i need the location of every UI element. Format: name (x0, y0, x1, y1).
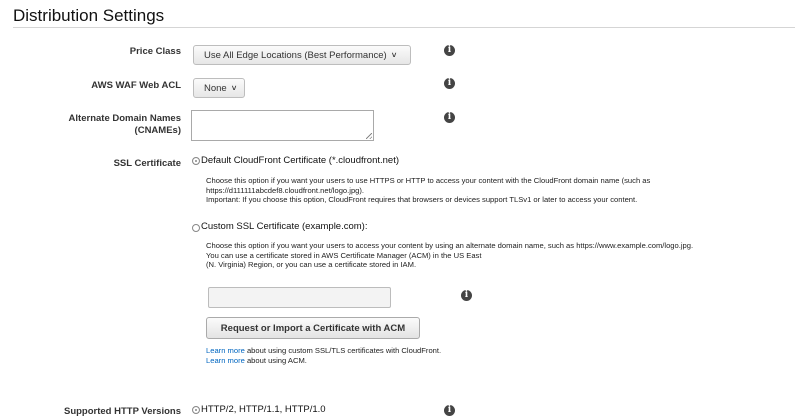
page-title: Distribution Settings (13, 6, 165, 25)
info-icon[interactable]: i (444, 405, 455, 416)
info-icon[interactable]: i (444, 45, 455, 56)
desc-line: (N. Virginia) Region, or you can use a c… (206, 260, 417, 270)
learn-more-ssl-text: about using custom SSL/TLS certificates … (244, 346, 442, 355)
desc-line: Choose this option if you want your user… (206, 176, 651, 185)
ssl-certificate-label: SSL Certificate (113, 158, 181, 169)
http-versions-label: Supported HTTP Versions (63, 406, 181, 417)
learn-more-acm-link[interactable]: Learn more (206, 356, 245, 365)
info-icon[interactable]: i (444, 78, 455, 89)
info-icon[interactable]: i (461, 290, 472, 301)
custom-certificate-description: Choose this option if you want your user… (206, 241, 791, 270)
title-divider (13, 27, 795, 28)
price-class-select[interactable]: Use All Edge Locations (Best Performance… (193, 45, 411, 65)
desc-line: https://d111111abcdef8.cloudfront.net/lo… (206, 185, 365, 195)
cnames-textarea[interactable] (191, 110, 374, 141)
desc-line: Choose this option if you want your user… (206, 241, 694, 250)
cnames-label-line2: (CNAMEs) (134, 125, 181, 136)
cnames-label: Alternate Domain Names (CNAMEs) (11, 113, 181, 137)
waf-label: AWS WAF Web ACL (91, 80, 181, 91)
desc-line: You can use a certificate stored in AWS … (206, 250, 482, 260)
desc-line: Important: If you choose this option, Cl… (206, 195, 638, 205)
learn-more-notes: Learn more about using custom SSL/TLS ce… (206, 346, 706, 365)
learn-more-acm-text: about using ACM. (244, 355, 307, 365)
price-class-value: Use All Edge Locations (Best Performance… (204, 49, 387, 61)
learn-more-ssl-row: Learn more about using custom SSL/TLS ce… (206, 346, 706, 356)
learn-more-ssl-link[interactable]: Learn more (206, 346, 245, 355)
default-certificate-radio[interactable] (192, 157, 200, 165)
default-certificate-option[interactable]: Default CloudFront Certificate (*.cloudf… (201, 155, 399, 166)
learn-more-acm-row: Learn more about using ACM. (206, 356, 706, 366)
request-certificate-button[interactable]: Request or Import a Certificate with ACM (206, 317, 420, 339)
waf-value: None (204, 82, 227, 94)
certificate-input[interactable] (208, 287, 391, 308)
info-icon[interactable]: i (444, 112, 455, 123)
custom-certificate-radio[interactable] (192, 224, 200, 232)
http-versions-option[interactable]: HTTP/2, HTTP/1.1, HTTP/1.0 (201, 404, 326, 415)
http-versions-radio[interactable] (192, 406, 200, 414)
custom-certificate-option[interactable]: Custom SSL Certificate (example.com): (201, 221, 367, 232)
waf-select[interactable]: None ˅ (193, 78, 245, 98)
cnames-label-line1: Alternate Domain Names (68, 113, 181, 124)
chevron-down-icon: ˅ (391, 50, 397, 60)
default-certificate-description: Choose this option if you want your user… (206, 176, 791, 205)
chevron-down-icon: ˅ (231, 83, 237, 93)
resize-handle-icon[interactable] (366, 133, 372, 139)
price-class-label: Price Class (129, 46, 181, 57)
